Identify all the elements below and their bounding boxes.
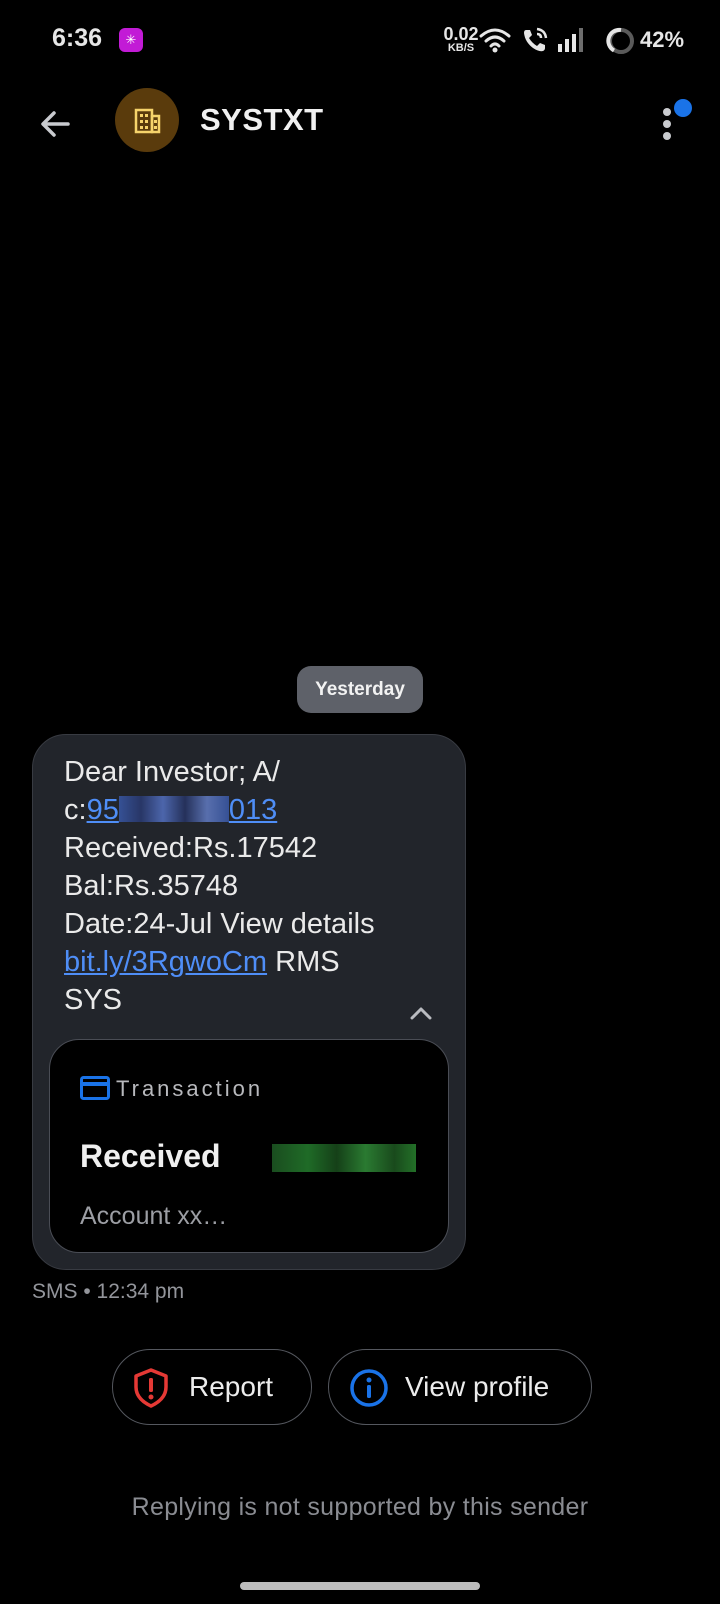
network-speed: 0.02 KB/S [441,24,481,54]
network-speed-value: 0.02 [443,24,479,44]
avatar[interactable] [115,88,179,152]
wifi-icon [479,28,511,53]
contact-name[interactable]: SYSTXT [200,102,324,138]
wifi-calling-icon [524,27,548,52]
shield-alert-icon [134,1368,168,1408]
redacted-amount [272,1144,416,1172]
chevron-up-icon[interactable] [406,999,436,1029]
message-text: Dear Investor; A/ c:95 013 Received:Rs.17… [64,753,424,1019]
status-bar: 6:36 ✳ 0.02 KB/S 42% [0,0,720,84]
report-button[interactable]: Report [112,1349,312,1425]
view-profile-label: View profile [405,1371,550,1402]
home-indicator[interactable] [240,1582,480,1590]
transaction-card[interactable]: Transaction Received Account xx… [49,1039,449,1253]
info-icon [350,1369,388,1407]
message-line: Dear Investor; A/ [64,756,280,788]
redacted-digits [118,796,229,822]
app-notification-icon: ✳ [119,28,143,52]
view-profile-button[interactable]: View profile [328,1349,592,1425]
conversation-header: SYSTXT [0,84,720,194]
status-time: 6:36 [52,24,103,52]
account-prefix: c: [64,794,87,826]
message-line: Date:24-Jul View details [64,908,375,940]
building-icon [134,108,161,134]
transaction-subtitle: Account xx… [80,1202,228,1230]
message-line: bit.ly/3RgwoCm RMS [64,943,424,981]
signal-icon [558,28,583,52]
report-label: Report [189,1371,274,1402]
message-line: Bal:Rs.35748 [64,870,239,902]
account-link-end: 013 [228,794,278,826]
account-link-start: 95 [86,794,119,826]
notification-dot-icon [674,99,692,117]
message-bubble[interactable]: Dear Investor; A/ c:95 013 Received:Rs.17… [32,734,466,1270]
short-link[interactable]: bit.ly/3RgwoCm [64,946,267,978]
battery-ring-icon [606,27,634,54]
reply-unsupported-note: Replying is not supported by this sender [131,1493,589,1521]
transaction-label: Transaction [116,1076,264,1101]
transaction-title: Received [80,1138,221,1174]
message-line: Received:Rs.17542 [64,832,318,864]
message-line-suffix: RMS [267,946,340,978]
message-meta: SMS • 12:34 pm [32,1280,185,1303]
account-number-link[interactable]: 95 013 [87,794,278,826]
arrow-left-icon[interactable] [30,98,82,150]
date-chip: Yesterday [297,666,423,713]
battery-level: 42% [640,27,685,52]
message-line: SYS [64,984,123,1016]
message-line: c:95 013 [64,791,424,829]
more-vertical-icon[interactable] [655,94,695,150]
credit-card-icon [80,1076,110,1100]
